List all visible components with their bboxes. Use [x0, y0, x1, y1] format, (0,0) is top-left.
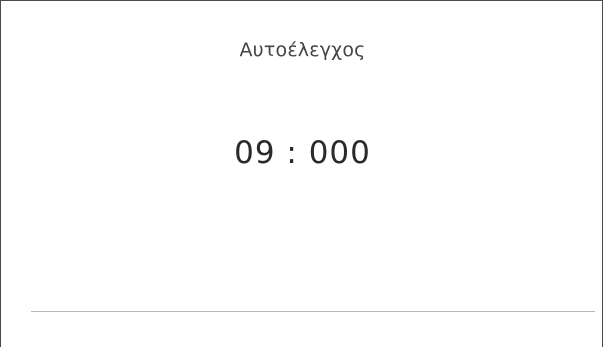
screen-title: Αυτοέλεγχος [239, 39, 366, 61]
divider [31, 311, 595, 312]
self-test-screen: Αυτοέλεγχος 09 : 000 [0, 0, 603, 347]
countdown-timer: 09 : 000 [234, 135, 371, 171]
